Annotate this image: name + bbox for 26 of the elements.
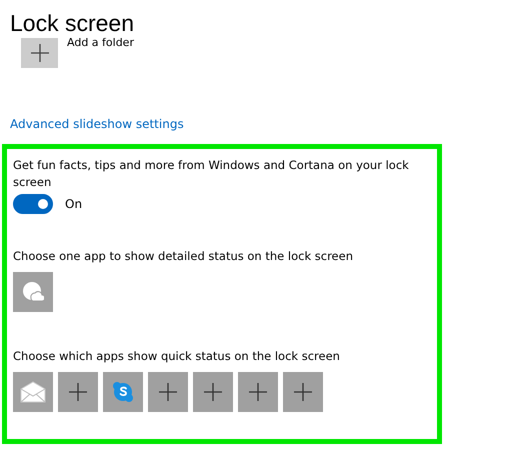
plus-icon [30,44,48,62]
add-folder-button[interactable] [21,38,58,68]
toggle-switch[interactable] [13,194,53,214]
toggle-state-label: On [65,197,82,211]
plus-icon [204,383,222,401]
plus-icon [249,383,267,401]
app-tile[interactable] [13,272,53,312]
quick-status-label: Choose which apps show quick status on the lock screen [13,348,341,365]
plus-icon [69,383,87,401]
add-folder-label: Add a folder [67,38,134,49]
envelope-icon [20,381,46,403]
detailed-status-label: Choose one app to show detailed status on the lock screen [13,248,354,265]
fun-facts-label: Get fun facts, tips and more from Windows and Cortana on your lock screen [13,157,410,191]
app-tile[interactable] [13,372,53,412]
app-tile[interactable] [58,372,98,412]
advanced-slideshow-link[interactable]: Advanced slideshow settings [10,116,512,132]
app-tile[interactable] [238,372,278,412]
plus-icon [159,383,177,401]
page-title: Lock screen [10,9,136,38]
weather-icon [22,281,44,303]
app-tile[interactable] [103,372,143,412]
app-tile[interactable] [193,372,233,412]
app-tile[interactable] [283,372,323,412]
app-tile[interactable] [148,372,188,412]
plus-icon [294,383,312,401]
skype-icon [112,381,134,403]
